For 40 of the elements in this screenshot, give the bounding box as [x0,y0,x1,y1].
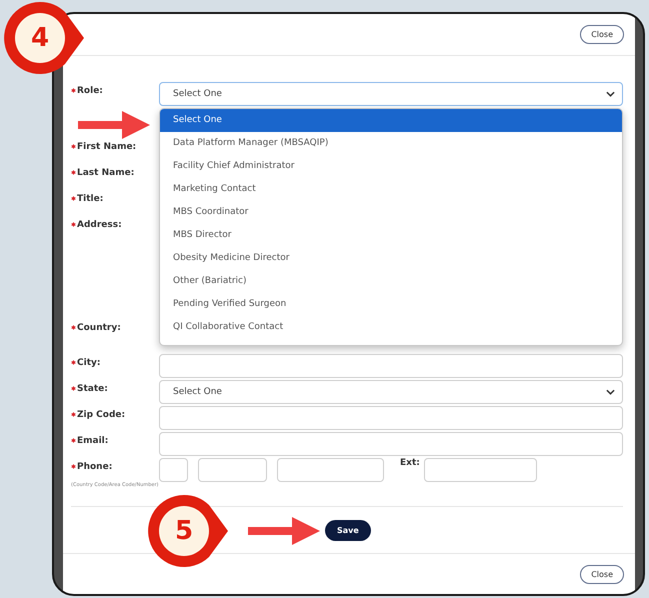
country-code-field[interactable] [159,458,188,482]
chevron-icon [606,389,615,396]
field-label: Phone: [77,462,112,472]
field-label: Title: [77,194,104,204]
dropdown-option[interactable]: Pending Verified Surgeon [160,293,622,316]
state-select[interactable]: Select One [159,380,623,404]
dropdown-option[interactable]: MBS Coordinator [160,201,622,224]
number-field[interactable] [277,458,384,482]
ext-label: Ext: [400,458,420,468]
input-field[interactable] [159,406,623,430]
field-label: Address: [77,220,122,230]
dropdown-option[interactable]: Obesity Medicine Director [160,247,622,270]
role-select[interactable]: Select One [159,82,623,106]
area-code-field[interactable] [198,458,267,482]
dropdown-option[interactable]: MBS Director [160,224,622,248]
field-label: Email: [77,436,108,446]
ext-field[interactable] [424,458,537,482]
step-marker: 5 [146,493,230,569]
dropdown-option[interactable]: Select One [160,109,622,132]
dropdown-option[interactable]: Other (Bariatric) [160,270,622,294]
field-label: City: [77,358,100,368]
input-field[interactable] [159,432,623,456]
field-label: Role: [77,86,103,96]
close-button[interactable]: Close [580,25,624,44]
field-label: First Name: [77,142,136,152]
dropdown-option[interactable]: Facility Chief Administrator [160,155,622,178]
step-marker: 4 [2,0,86,76]
chevron-icon [606,91,615,98]
dropdown-option[interactable]: QI Collaborative Contact [160,316,622,340]
save-button[interactable]: Save [325,520,371,541]
pointer-arrow [78,110,150,140]
input-field[interactable] [159,354,623,378]
dropdown-option[interactable]: Data Platform Manager (MBSAQIP) [160,132,622,156]
dropdown-option[interactable]: Marketing Contact [160,178,622,202]
field-label: Last Name: [77,168,134,178]
field-label: State: [77,384,108,394]
field-label: Country: [77,323,121,334]
pointer-arrow [248,516,320,546]
field-label: Zip Code: [77,410,126,420]
close-button[interactable]: Close [580,564,624,584]
